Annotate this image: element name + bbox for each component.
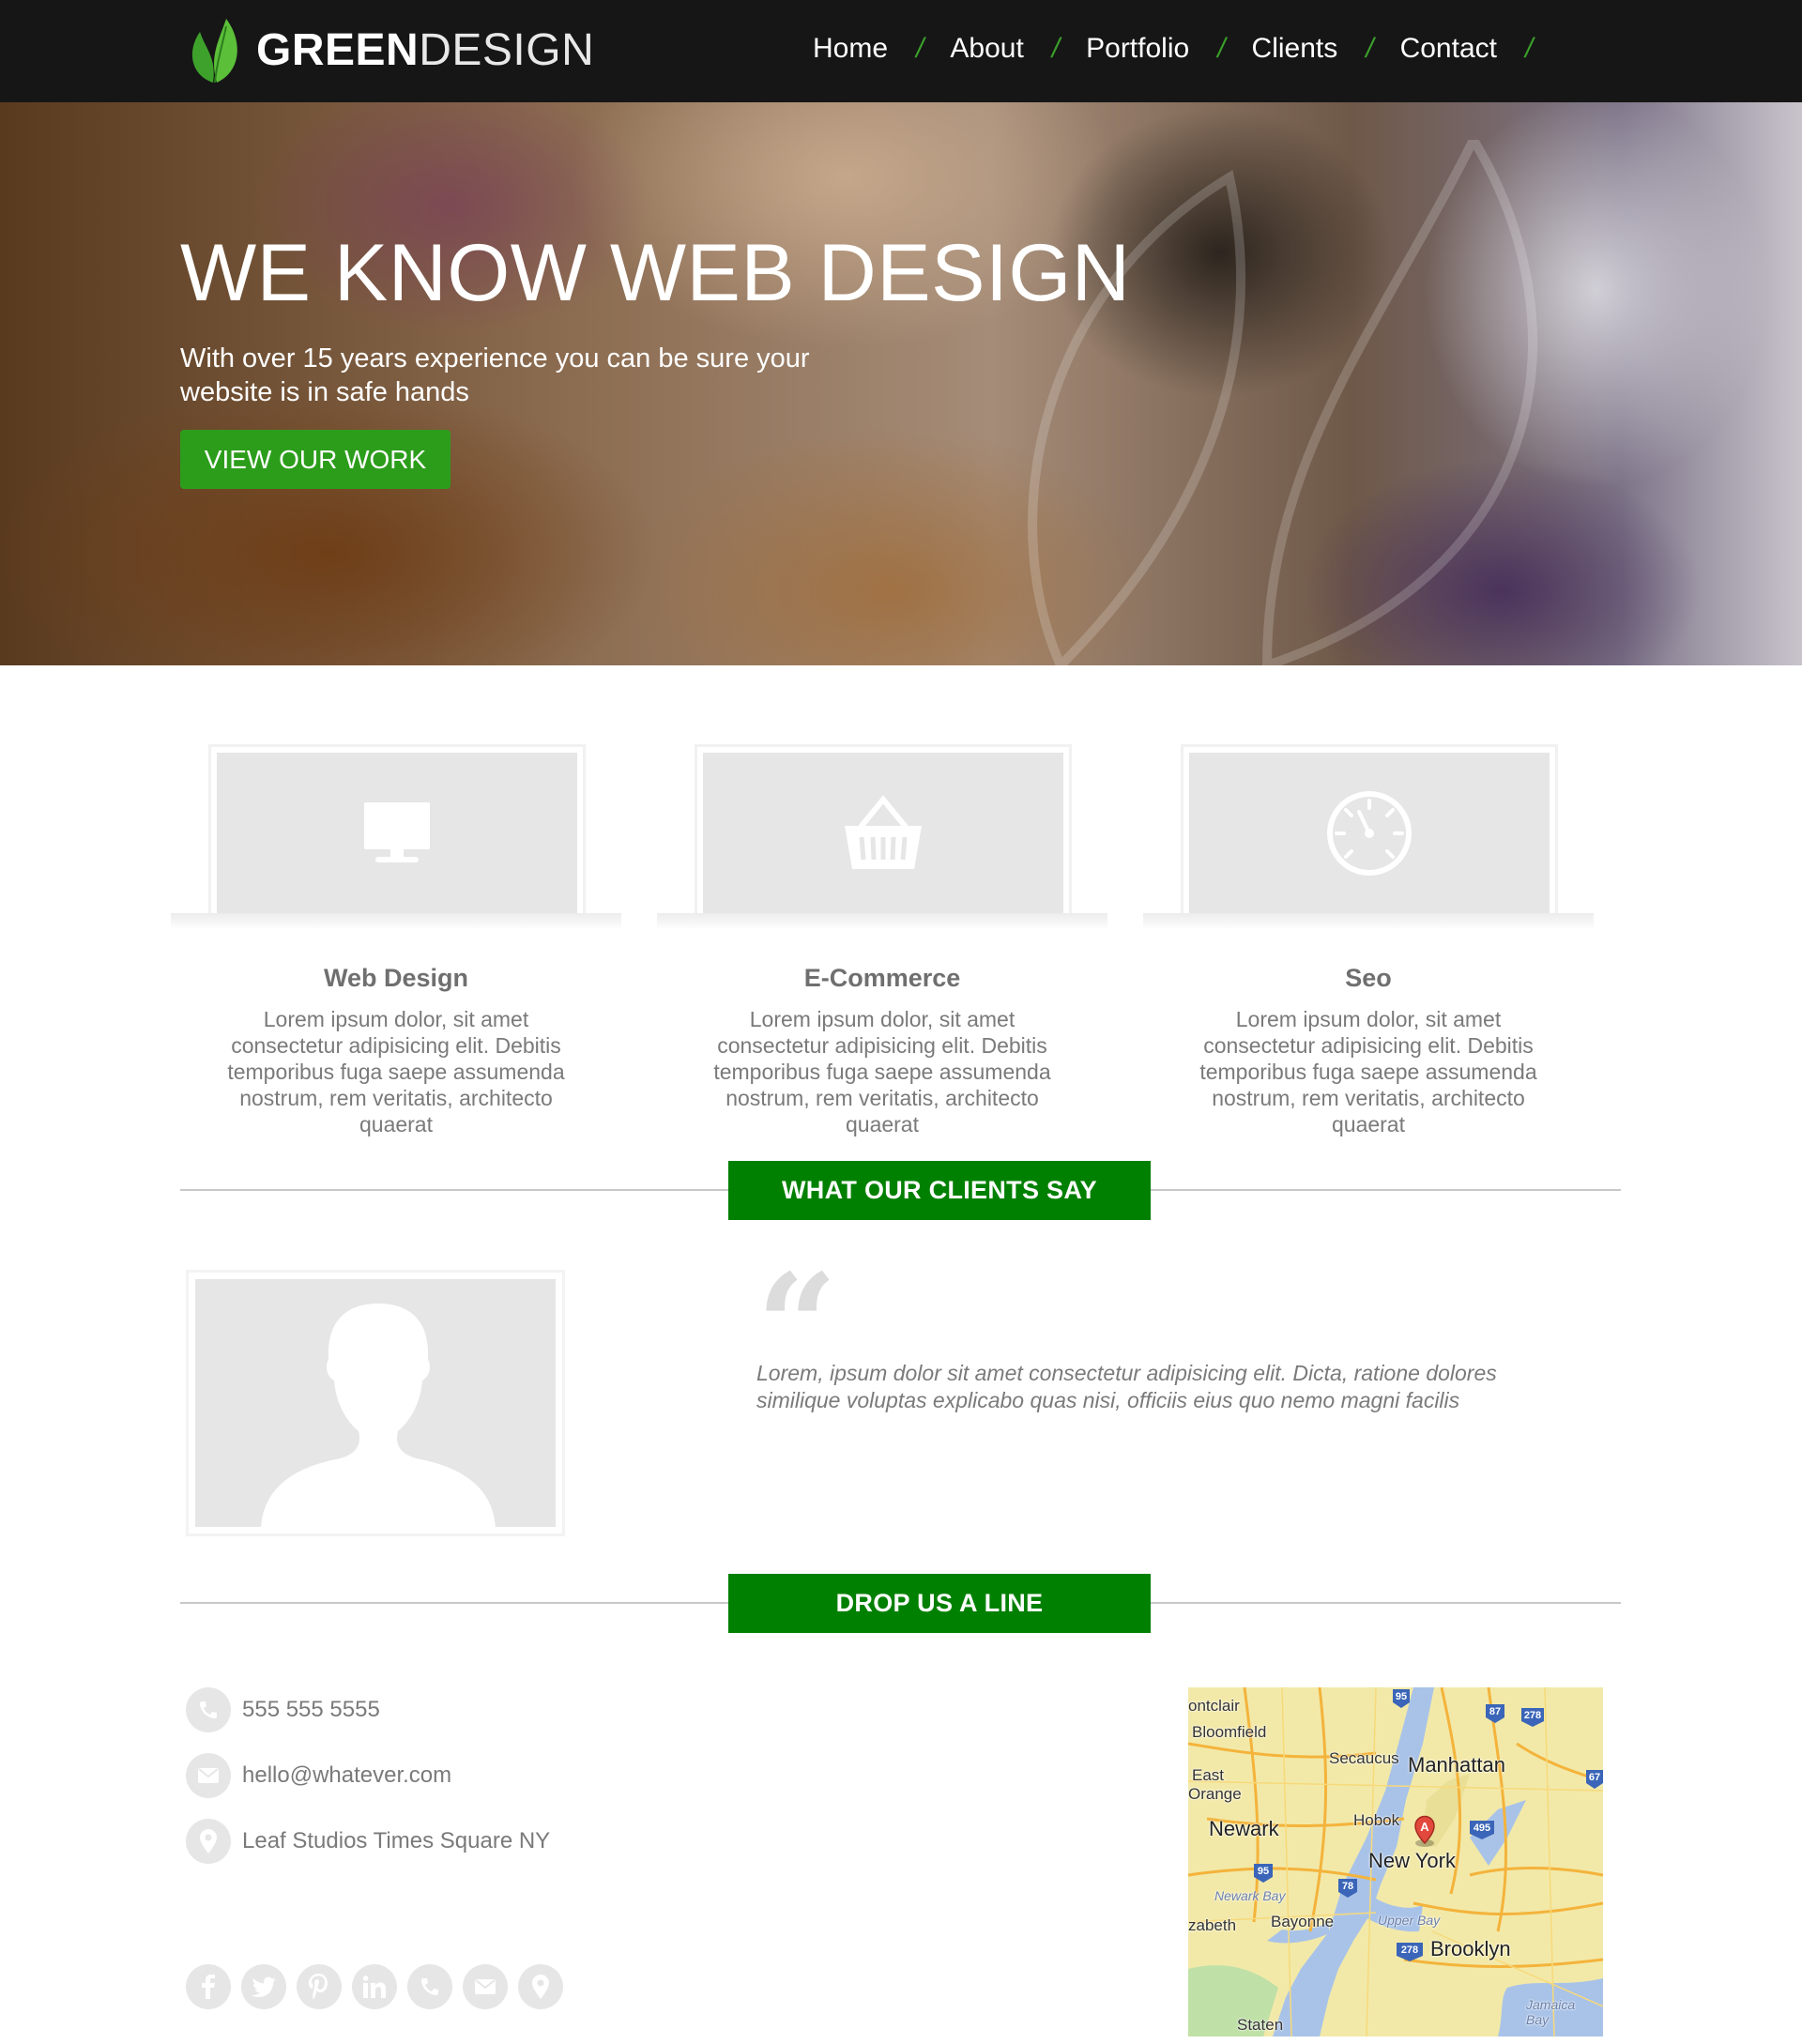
hero-leaf-watermark-icon xyxy=(1028,140,1537,665)
client-avatar-frame xyxy=(186,1270,565,1536)
map-label-hoboken: Hobok xyxy=(1353,1811,1400,1829)
nav-link-clients[interactable]: Clients xyxy=(1252,33,1338,65)
service-card-web-design: Web Design Lorem ipsum dolor, sit amet c… xyxy=(171,744,621,1137)
nav-separator: / xyxy=(1366,33,1374,64)
shield-95-north: 95 xyxy=(1396,1691,1407,1702)
main-nav: Home / About / Portfolio / Clients / Con… xyxy=(813,26,1559,71)
shield-278-north: 278 xyxy=(1524,1710,1541,1721)
view-our-work-button[interactable]: VIEW OUR WORK xyxy=(180,430,450,489)
nav-separator: / xyxy=(916,33,924,64)
contact-address: Leaf Studios Times Square NY xyxy=(186,1819,550,1864)
contact-address-text: Leaf Studios Times Square NY xyxy=(242,1828,551,1853)
contact-section-heading: DROP US A LINE xyxy=(728,1574,1151,1633)
twitter-icon[interactable] xyxy=(241,1964,286,2009)
map-label-montclair: ontclair xyxy=(1188,1697,1240,1715)
location-icon[interactable] xyxy=(518,1964,563,2009)
contact-email: hello@whatever.com xyxy=(186,1753,451,1798)
nav-item-about: About / xyxy=(950,33,1086,65)
service-image-frame xyxy=(695,744,1072,913)
facebook-icon[interactable] xyxy=(186,1964,231,2009)
map-label-bloomfield: Bloomfield xyxy=(1192,1723,1267,1741)
basket-icon xyxy=(845,794,922,869)
brand-name-bold: GREEN xyxy=(256,25,420,75)
map-label-upper-bay: Upper Bay xyxy=(1378,1913,1441,1928)
nav-separator: / xyxy=(1524,33,1534,64)
brand-name: GREENDESIGN xyxy=(256,28,594,73)
mail-icon[interactable] xyxy=(463,1964,508,2009)
contact-phone: 555 555 5555 xyxy=(186,1687,380,1732)
pinterest-icon[interactable] xyxy=(297,1964,342,2009)
nav-item-home: Home / xyxy=(813,33,950,65)
contact-email-text[interactable]: hello@whatever.com xyxy=(242,1762,451,1789)
service-image-shadow xyxy=(657,913,1107,930)
linkedin-icon[interactable] xyxy=(352,1964,397,2009)
shield-278-south: 278 xyxy=(1401,1945,1418,1956)
service-description: Lorem ipsum dolor, sit amet consectetur … xyxy=(1199,1007,1537,1136)
map-marker-label: A xyxy=(1420,1820,1429,1834)
shield-67: 67 xyxy=(1589,1772,1600,1783)
nav-link-about[interactable]: About xyxy=(950,33,1023,65)
mail-icon xyxy=(186,1753,231,1798)
service-title: E-Commerce xyxy=(803,964,961,992)
service-image-frame xyxy=(208,744,586,913)
site-header: GREENDESIGN Home / About / Portfolio / C… xyxy=(0,0,1802,102)
map-label-staten: Staten xyxy=(1237,2016,1284,2034)
service-image-placeholder xyxy=(703,753,1063,913)
brand-logo[interactable]: GREENDESIGN xyxy=(185,13,594,88)
location-map[interactable]: 95 87 278 67 495 95 78 278 A ontclair Bl… xyxy=(1188,1687,1603,2036)
nav-link-home[interactable]: Home xyxy=(813,33,888,65)
service-card-ecommerce: E-Commerce Lorem ipsum dolor, sit amet c… xyxy=(657,744,1107,1137)
hero-subtitle: With over 15 years experience you can be… xyxy=(180,343,810,407)
shield-87: 87 xyxy=(1489,1706,1501,1717)
contact-phone-text[interactable]: 555 555 5555 xyxy=(242,1697,380,1723)
map-label-jamaica-bay: Jamaica Bay xyxy=(1526,1997,1576,2027)
map-label-new-york: New York xyxy=(1368,1849,1456,1872)
service-card-seo: Seo Lorem ipsum dolor, sit amet consecte… xyxy=(1143,744,1594,1137)
nav-separator: / xyxy=(1051,33,1061,64)
clients-section-heading: WHAT OUR CLIENTS SAY xyxy=(728,1161,1151,1220)
map-label-manhattan: Manhattan xyxy=(1408,1753,1505,1777)
nav-separator: / xyxy=(1217,33,1226,64)
service-image-shadow xyxy=(171,913,621,930)
social-links xyxy=(186,1964,573,2009)
shield-95-south: 95 xyxy=(1258,1866,1269,1877)
monitor-icon xyxy=(364,801,430,862)
service-description: Lorem ipsum dolor, sit amet consectetur … xyxy=(227,1007,565,1136)
phone-icon[interactable] xyxy=(407,1964,452,2009)
nav-item-contact: Contact / xyxy=(1400,33,1560,65)
speedometer-icon xyxy=(1327,790,1412,876)
map-label-newark-bay: Newark Bay xyxy=(1214,1888,1286,1903)
nav-link-portfolio[interactable]: Portfolio xyxy=(1086,33,1189,65)
service-image-frame xyxy=(1181,744,1558,913)
leaf-logo-icon xyxy=(191,19,237,84)
map-label-newark: Newark xyxy=(1209,1817,1279,1840)
map-label-orange: Orange xyxy=(1188,1785,1242,1803)
map-marker-icon: A xyxy=(1414,1815,1435,1847)
shield-78: 78 xyxy=(1342,1881,1353,1892)
client-avatar-placeholder xyxy=(195,1279,556,1527)
service-image-shadow xyxy=(1143,913,1594,930)
nav-link-contact[interactable]: Contact xyxy=(1400,33,1497,65)
map-label-east: East xyxy=(1192,1766,1225,1784)
hero-title: WE KNOW WEB DESIGN xyxy=(180,228,1131,318)
service-title: Web Design xyxy=(323,964,469,992)
phone-icon xyxy=(186,1687,231,1732)
user-silhouette-icon xyxy=(261,1304,496,1527)
map-label-brooklyn: Brooklyn xyxy=(1430,1937,1511,1960)
map-label-elizabeth: zabeth xyxy=(1188,1916,1237,1934)
service-image-placeholder xyxy=(217,753,577,913)
hero-banner: WE KNOW WEB DESIGN With over 15 years ex… xyxy=(0,102,1802,665)
service-image-placeholder xyxy=(1189,753,1550,913)
testimonial-quote: Lorem, ipsum dolor sit amet consectetur … xyxy=(756,1361,1497,1412)
shield-495: 495 xyxy=(1474,1823,1490,1834)
map-label-bayonne: Bayonne xyxy=(1271,1913,1335,1930)
service-title: Seo xyxy=(1345,964,1392,992)
nav-item-portfolio: Portfolio / xyxy=(1086,33,1251,65)
service-description: Lorem ipsum dolor, sit amet consectetur … xyxy=(713,1007,1051,1136)
map-label-secaucus: Secaucus xyxy=(1329,1749,1399,1767)
nav-item-clients: Clients / xyxy=(1252,33,1400,65)
brand-name-light: DESIGN xyxy=(419,25,595,75)
location-icon xyxy=(186,1819,231,1864)
